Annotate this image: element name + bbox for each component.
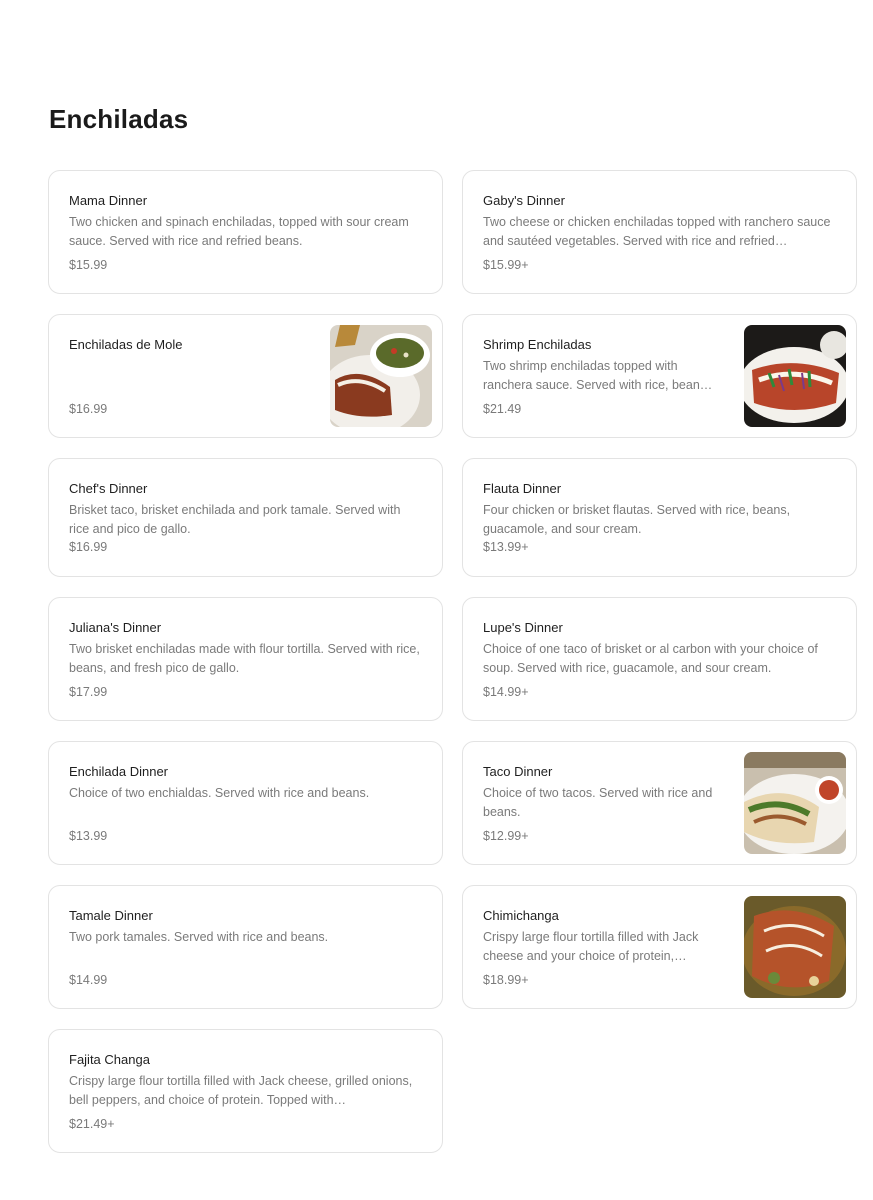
item-price: $21.49+ xyxy=(69,1117,115,1131)
shrimp-enchiladas-photo xyxy=(744,325,846,427)
item-description: Choice of one taco of brisket or al carb… xyxy=(483,642,818,675)
item-name: Tamale Dinner xyxy=(69,908,153,923)
item-name: Shrimp Enchiladas xyxy=(483,337,592,352)
item-description: Two shrimp enchiladas topped with ranche… xyxy=(483,359,713,392)
item-name: Gaby's Dinner xyxy=(483,193,565,208)
item-name: Enchiladas de Mole xyxy=(69,337,183,352)
item-name: Chef's Dinner xyxy=(69,481,148,496)
taco-dinner-photo xyxy=(744,752,846,854)
item-price: $15.99+ xyxy=(483,258,529,272)
item-description: Two cheese or chicken enchiladas topped … xyxy=(483,215,831,248)
item-description: Two chicken and spinach enchiladas, topp… xyxy=(69,215,409,248)
menu-grid: Mama Dinner Two chicken and spinach ench… xyxy=(48,170,858,1153)
menu-item-card[interactable]: Lupe's Dinner Choice of one taco of bris… xyxy=(462,597,857,721)
menu-item-card[interactable]: Enchilada Dinner Choice of two enchialda… xyxy=(48,741,443,865)
menu-item-card[interactable]: Mama Dinner Two chicken and spinach ench… xyxy=(48,170,443,294)
item-description: Two pork tamales. Served with rice and b… xyxy=(69,930,329,944)
item-name: Juliana's Dinner xyxy=(69,620,162,635)
item-price: $14.99+ xyxy=(483,685,529,699)
item-price: $13.99 xyxy=(69,829,108,843)
item-name: Fajita Changa xyxy=(69,1052,150,1067)
item-price: $12.99+ xyxy=(483,829,529,843)
menu-item-card[interactable]: Tamale Dinner Two pork tamales. Served w… xyxy=(48,885,443,1009)
item-description: Crispy large flour tortilla filled with … xyxy=(69,1074,413,1107)
menu-item-card[interactable]: Flauta Dinner Four chicken or brisket fl… xyxy=(462,458,857,577)
item-description: Choice of two tacos. Served with rice an… xyxy=(483,786,713,819)
menu-item-card[interactable]: Enchiladas de Mole $16.99 xyxy=(48,314,443,438)
item-name: Chimichanga xyxy=(483,908,559,923)
section-title: Enchiladas xyxy=(49,104,189,134)
menu-item-card[interactable]: Juliana's Dinner Two brisket enchiladas … xyxy=(48,597,443,721)
menu-item-card[interactable]: Chimichanga Crispy large flour tortilla … xyxy=(462,885,857,1009)
item-description: Crispy large flour tortilla filled with … xyxy=(483,930,699,963)
item-price: $16.99 xyxy=(69,540,108,554)
item-description: Four chicken or brisket flautas. Served … xyxy=(483,503,791,536)
item-name: Taco Dinner xyxy=(483,764,553,779)
item-name: Flauta Dinner xyxy=(483,481,562,496)
item-price: $17.99 xyxy=(69,685,108,699)
chimichanga-photo xyxy=(744,896,846,998)
item-price: $21.49 xyxy=(483,402,522,416)
item-description: Choice of two enchialdas. Served with ri… xyxy=(69,786,370,800)
item-price: $13.99+ xyxy=(483,540,529,554)
item-name: Lupe's Dinner xyxy=(483,620,563,635)
menu-item-card[interactable]: Fajita Changa Crispy large flour tortill… xyxy=(48,1029,443,1153)
item-price: $15.99 xyxy=(69,258,108,272)
enchiladas-mole-photo xyxy=(330,325,432,427)
item-name: Enchilada Dinner xyxy=(69,764,169,779)
menu-item-card[interactable]: Shrimp Enchiladas Two shrimp enchiladas … xyxy=(462,314,857,438)
item-description: Two brisket enchiladas made with flour t… xyxy=(69,642,420,675)
menu-item-card[interactable]: Chef's Dinner Brisket taco, brisket ench… xyxy=(48,458,443,577)
item-price: $16.99 xyxy=(69,402,108,416)
menu-item-card[interactable]: Taco Dinner Choice of two tacos. Served … xyxy=(462,741,857,865)
item-price: $14.99 xyxy=(69,973,108,987)
menu-item-card[interactable]: Gaby's Dinner Two cheese or chicken ench… xyxy=(462,170,857,294)
item-description: Brisket taco, brisket enchilada and pork… xyxy=(69,503,401,536)
item-name: Mama Dinner xyxy=(69,193,148,208)
item-price: $18.99+ xyxy=(483,973,529,987)
